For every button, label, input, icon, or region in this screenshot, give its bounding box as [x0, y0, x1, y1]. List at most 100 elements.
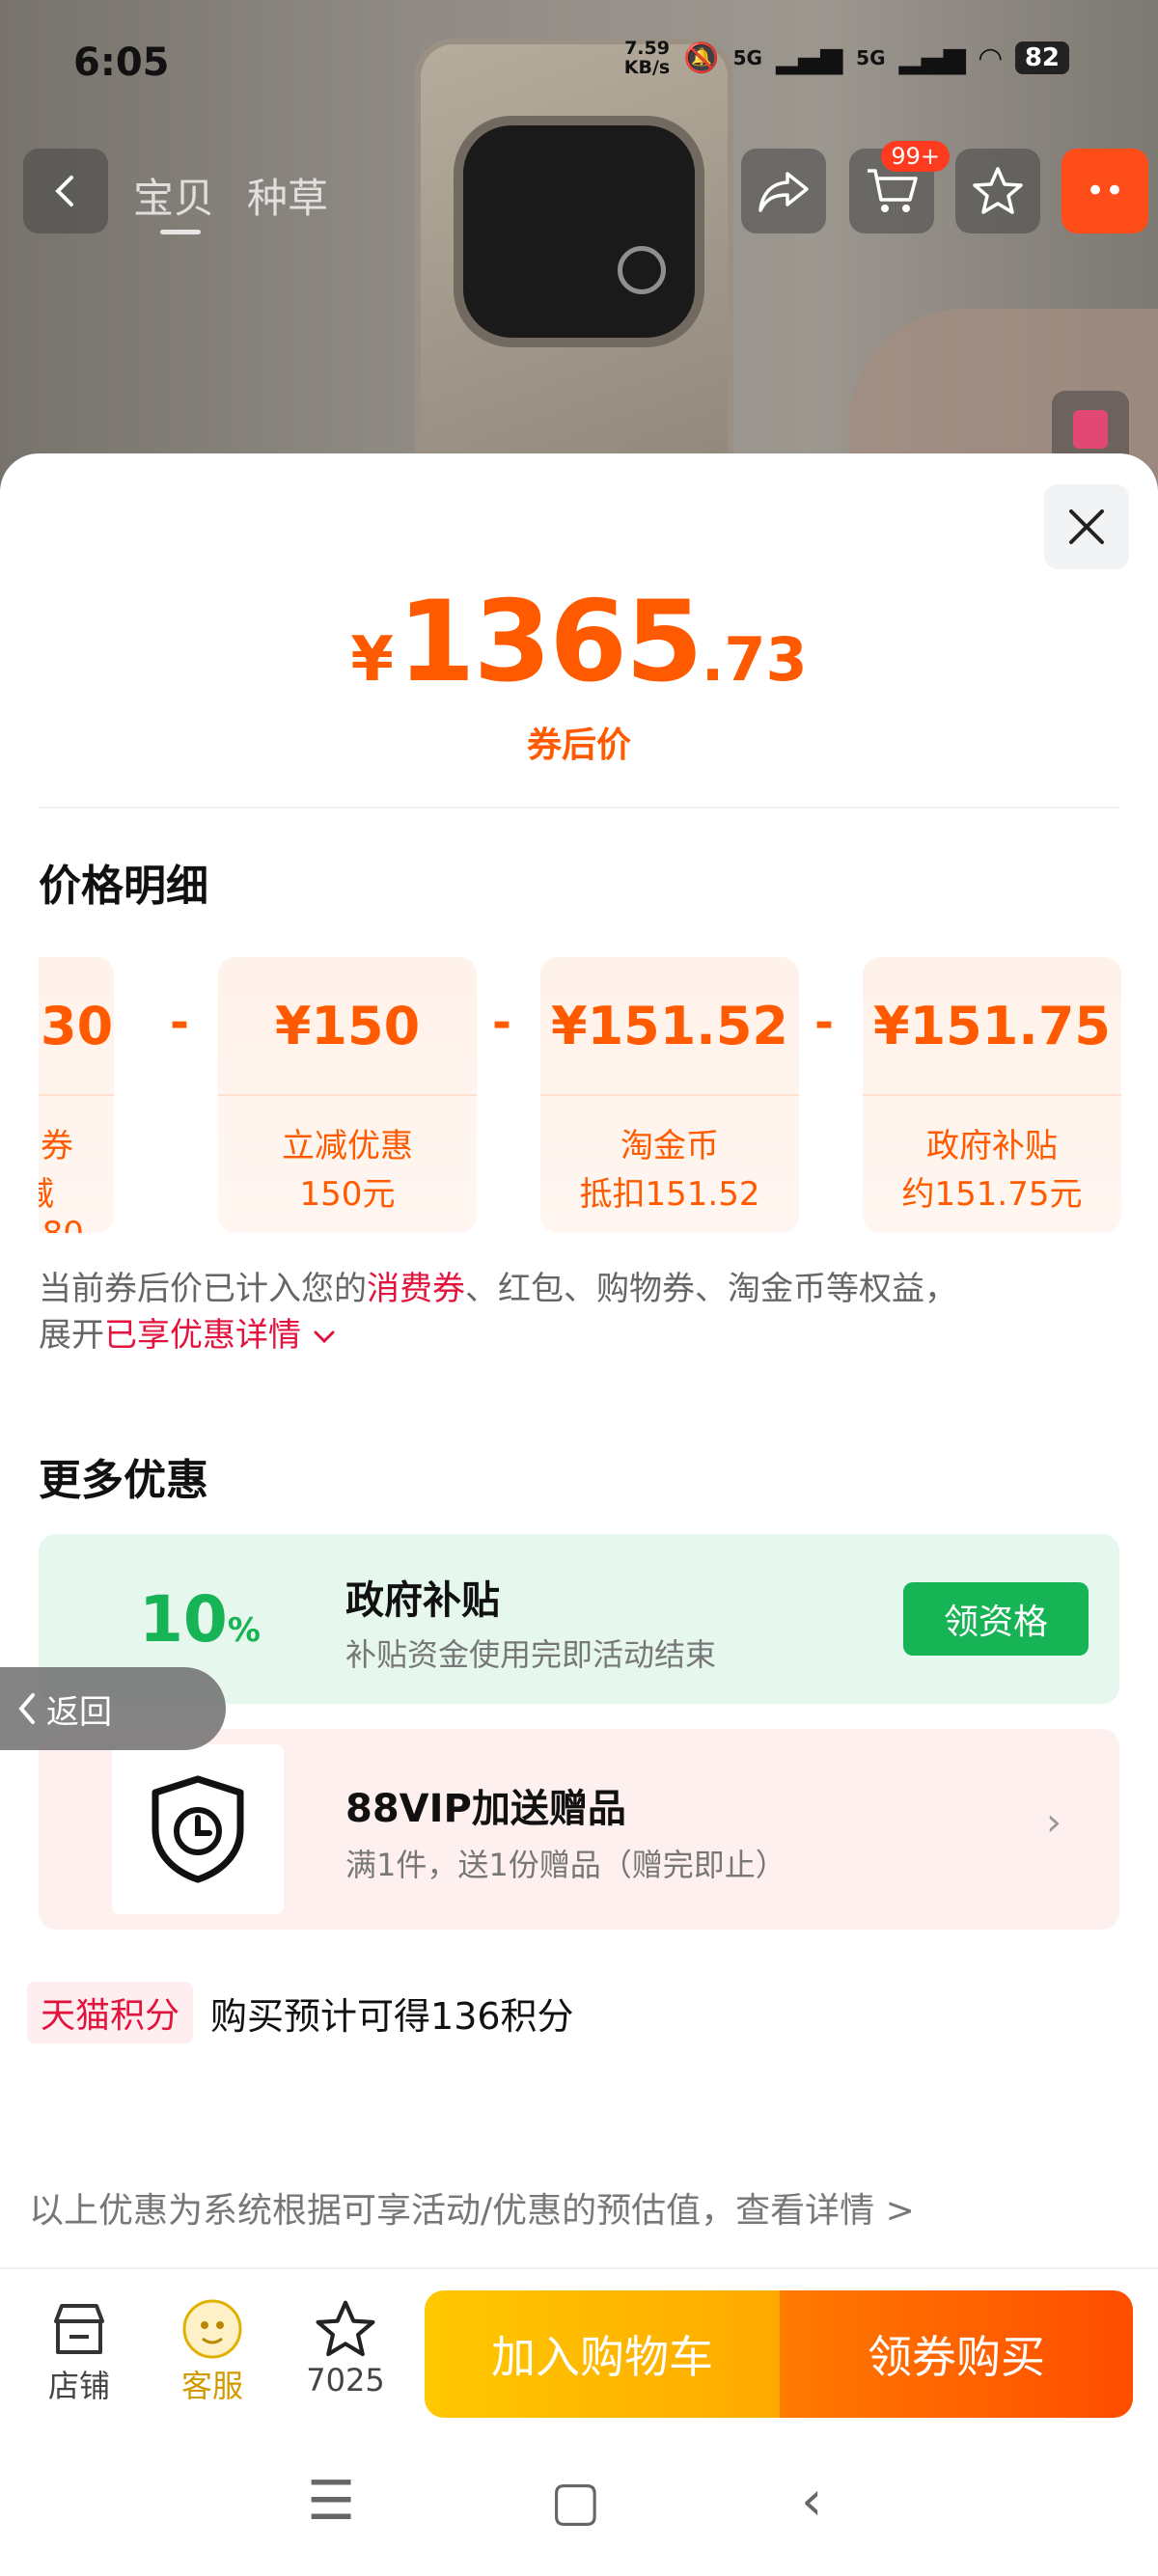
- star-icon: [316, 2300, 375, 2357]
- card-line2: 抵扣151.52: [579, 1175, 760, 1214]
- tab-product[interactable]: 宝贝: [133, 166, 214, 225]
- share-icon: [758, 172, 809, 212]
- points-row: 天猫积分 购买预计可得136积分: [27, 1982, 574, 2043]
- shop-label: 店铺: [47, 2368, 110, 2404]
- signal-icon-2: ▂▄▆: [898, 41, 966, 75]
- tab-underline: [160, 230, 201, 234]
- card-amount: ¥151.52: [551, 996, 788, 1056]
- breakdown-card-gov-subsidy[interactable]: ¥151.75 政府补贴 约151.75元: [863, 957, 1121, 1233]
- wifi-icon: ◠: [979, 41, 1002, 75]
- service-label: 客服: [180, 2368, 243, 2404]
- share-button[interactable]: [741, 149, 826, 233]
- bottom-action-bar: 店铺 客服 7025 加入购物车 领券购买: [0, 2267, 1158, 2431]
- chevron-right-icon[interactable]: ›: [1046, 1800, 1062, 1845]
- price-breakdown-cards[interactable]: 30 券 减180 - ¥150 立减优惠 150元 - ¥151.52 淘金币…: [39, 957, 1129, 1233]
- add-to-cart-button[interactable]: 加入购物车: [425, 2290, 780, 2418]
- vip-gift-sub: 满1件，送1份赠品（赠完即止）: [345, 1847, 786, 1883]
- favorites-count-button[interactable]: 7025: [288, 2296, 403, 2398]
- more-offers-title: 更多优惠: [39, 1456, 208, 1505]
- shield-clock-icon: [152, 1775, 244, 1883]
- final-price-block: ¥ 1365 .73 券后价: [0, 577, 1158, 767]
- breakdown-card-coupon[interactable]: 30 券 减180: [39, 957, 114, 1233]
- cart-button[interactable]: 99+: [849, 141, 950, 233]
- gov-subsidy-sub: 补贴资金使用完即活动结束: [345, 1636, 717, 1673]
- net-speed-unit: KB/s: [623, 57, 671, 78]
- card-line1: 淘金币: [620, 1127, 719, 1165]
- desc-line2-prefix: 展开: [39, 1316, 104, 1355]
- card-amount: ¥150: [274, 996, 421, 1056]
- card-line2: 150元: [299, 1175, 396, 1214]
- chevron-left-icon: [18, 1693, 35, 1724]
- top-nav: 宝贝 种草 99+ ••: [0, 141, 1158, 241]
- price-currency: ¥: [350, 624, 394, 696]
- card-line1: 政府补贴: [926, 1127, 1058, 1165]
- vip-gift-title: 88VIP加送赠品: [345, 1787, 626, 1831]
- card-line2: 约151.75元: [901, 1175, 1083, 1214]
- signal-label-2: 5G: [856, 46, 886, 69]
- shop-icon: [54, 2304, 104, 2354]
- cart-badge: 99+: [881, 141, 950, 172]
- breakdown-card-taojinbi[interactable]: ¥151.52 淘金币 抵扣151.52: [540, 957, 799, 1233]
- buy-with-coupon-button[interactable]: 领券购买: [780, 2290, 1133, 2418]
- back-nav-icon[interactable]: ‹: [801, 2470, 822, 2533]
- mute-icon: 🔕: [683, 41, 720, 75]
- card-line1: 券: [41, 1127, 73, 1165]
- more-button[interactable]: ••: [1062, 149, 1148, 233]
- minus-sign: -: [814, 996, 834, 1050]
- signal-label-1: 5G: [732, 46, 762, 69]
- breakdown-card-instant[interactable]: ¥150 立减优惠 150元: [218, 957, 477, 1233]
- shop-button[interactable]: 店铺: [21, 2296, 137, 2406]
- tmall-points-tag: 天猫积分: [27, 1982, 194, 2043]
- back-button[interactable]: [23, 149, 108, 233]
- return-label: 返回: [46, 1692, 112, 1732]
- card-line2: 减180: [39, 1167, 114, 1233]
- price-decimal: .73: [701, 624, 808, 695]
- estimate-footnote-link[interactable]: 以上优惠为系统根据可享活动/优惠的预估值，查看详情 >: [29, 2182, 915, 2233]
- customer-service-button[interactable]: 客服: [154, 2296, 270, 2406]
- price-integer: 1365: [397, 577, 703, 707]
- gov-percent-sign: %: [227, 1611, 261, 1650]
- gov-percent-value: 10: [139, 1582, 228, 1657]
- service-avatar-icon: [182, 2299, 242, 2359]
- minus-sign: -: [492, 996, 511, 1050]
- expand-discount-details-link[interactable]: 已享优惠详情: [104, 1316, 301, 1355]
- status-bar: 6:05 7.59 KB/s 🔕 5G ▂▄▆ 5G ▂▄▆ ◠ 82: [0, 0, 1158, 125]
- chevron-down-icon[interactable]: [312, 1327, 337, 1346]
- desc-highlight: 消费券: [367, 1270, 465, 1308]
- cart-icon: [868, 169, 918, 212]
- final-price: ¥ 1365 .73: [350, 577, 807, 707]
- return-button[interactable]: 返回: [0, 1667, 226, 1750]
- desc-middle: 、红包、购物券、淘金币等权益，: [465, 1270, 957, 1308]
- divider: [39, 807, 1119, 808]
- status-icons: 7.59 KB/s 🔕 5G ▂▄▆ 5G ▂▄▆ ◠ 82: [624, 39, 1069, 77]
- menu-icon[interactable]: ☰: [307, 2470, 355, 2533]
- price-detail-sheet: ¥ 1365 .73 券后价 价格明细 30 券 减180 - ¥150 立减优…: [0, 453, 1158, 2576]
- home-icon[interactable]: ▢: [550, 2470, 601, 2533]
- signal-icon: ▂▄▆: [775, 41, 843, 75]
- favorite-button[interactable]: [955, 149, 1040, 233]
- desc-prefix: 当前券后价已计入您的: [39, 1270, 367, 1308]
- net-speed: 7.59 KB/s: [624, 39, 670, 77]
- product-lens: [618, 246, 666, 294]
- card-amount: 30: [41, 996, 114, 1056]
- chevron-left-icon: [55, 176, 73, 206]
- system-nav-bar: ☰ ▢ ‹: [0, 2431, 1158, 2576]
- vip-icon-box: [112, 1744, 284, 1914]
- vip-gift-card[interactable]: 88VIP加送赠品 满1件，送1份赠品（赠完即止） ›: [39, 1729, 1119, 1930]
- product-image-background: 6:05 7.59 KB/s 🔕 5G ▂▄▆ 5G ▂▄▆ ◠ 82 宝贝 种…: [0, 0, 1158, 502]
- card-line1: 立减优惠: [282, 1127, 413, 1165]
- minus-sign: -: [170, 996, 189, 1050]
- status-time: 6:05: [73, 41, 170, 85]
- close-button[interactable]: [1044, 484, 1129, 569]
- favorites-count: 7025: [306, 2362, 385, 2398]
- more-icon: ••: [1085, 172, 1125, 210]
- gov-subsidy-title: 政府补贴: [345, 1578, 500, 1623]
- tab-recommend[interactable]: 种草: [247, 166, 328, 225]
- price-detail-title: 价格明细: [39, 862, 208, 911]
- price-description: 当前券后价已计入您的消费券、红包、购物券、淘金币等权益， 展开已享优惠详情: [39, 1266, 1119, 1358]
- net-speed-value: 7.59: [624, 38, 670, 59]
- card-amount: ¥151.75: [873, 996, 1111, 1056]
- gov-subsidy-percent: 10%: [139, 1582, 261, 1657]
- star-icon: [973, 167, 1023, 214]
- claim-eligibility-button[interactable]: 领资格: [903, 1582, 1089, 1656]
